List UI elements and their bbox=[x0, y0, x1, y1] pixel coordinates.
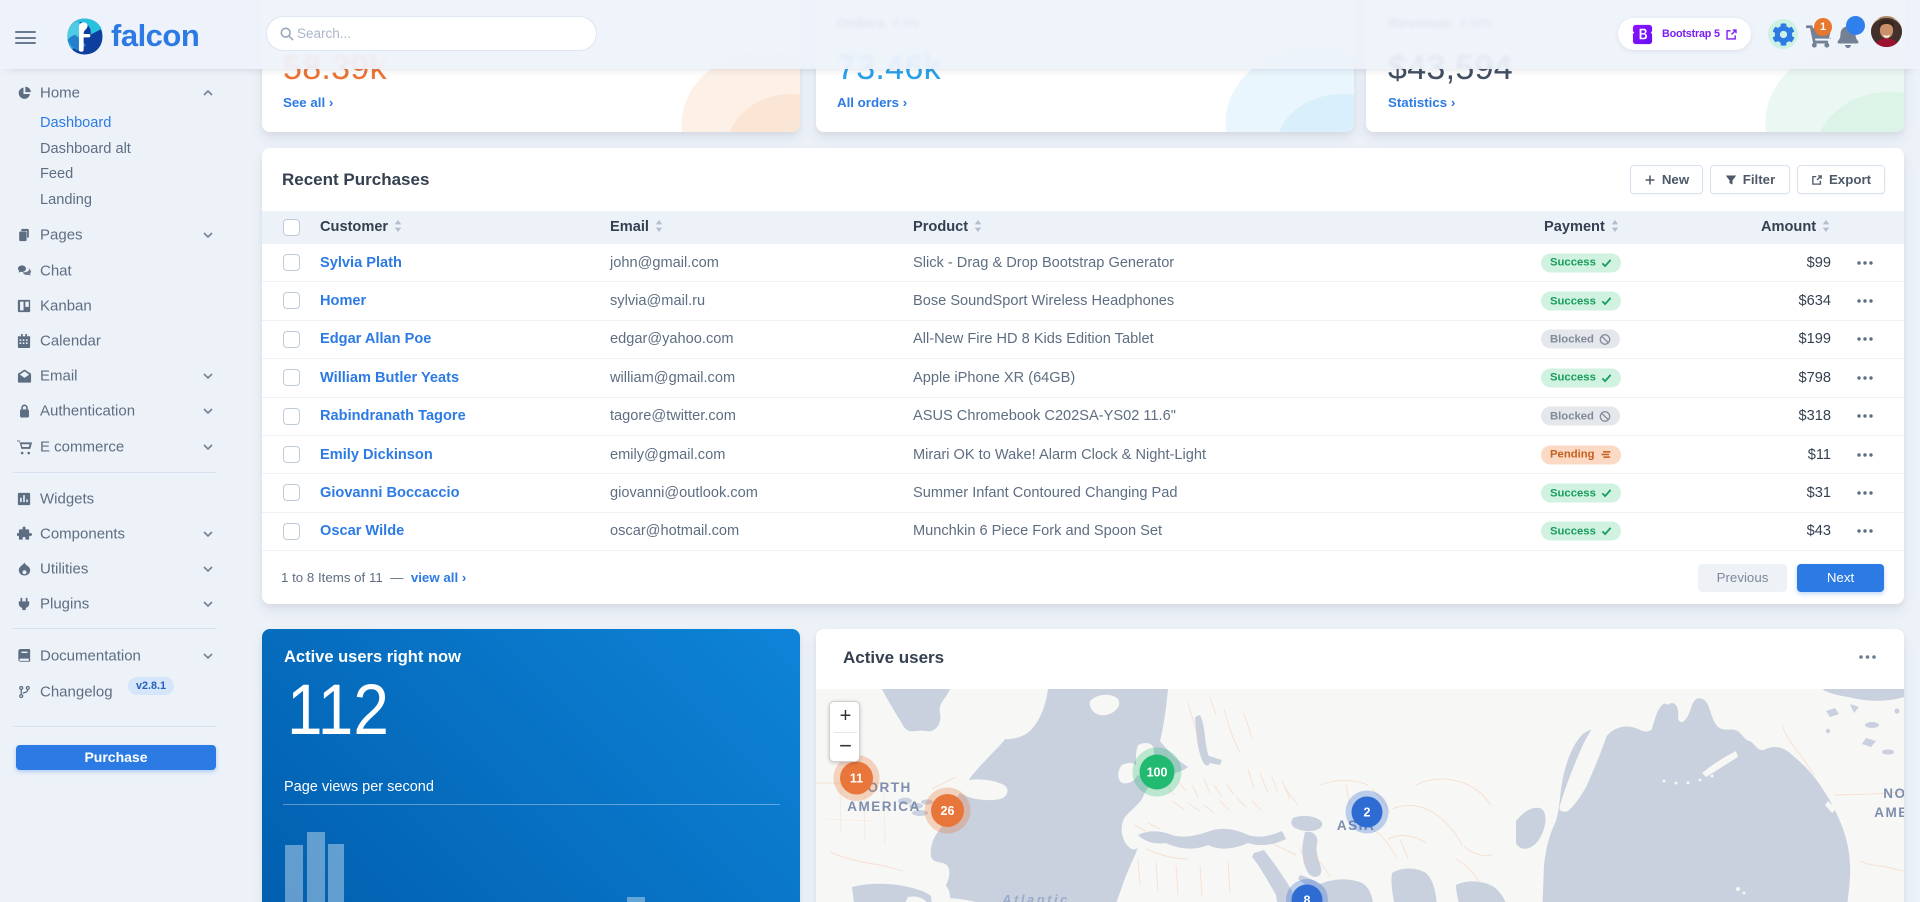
svg-text:AMERICA: AMERICA bbox=[847, 799, 921, 814]
svg-text:Atlantic: Atlantic bbox=[1001, 892, 1070, 902]
svg-text:100: 100 bbox=[1147, 766, 1168, 780]
svg-text:NORTH: NORTH bbox=[1883, 786, 1904, 801]
svg-text:8: 8 bbox=[1304, 894, 1311, 902]
svg-text:11: 11 bbox=[850, 772, 863, 786]
svg-text:26: 26 bbox=[941, 804, 955, 818]
svg-text:2: 2 bbox=[1364, 806, 1371, 820]
svg-text:AMERICA: AMERICA bbox=[1874, 805, 1904, 820]
